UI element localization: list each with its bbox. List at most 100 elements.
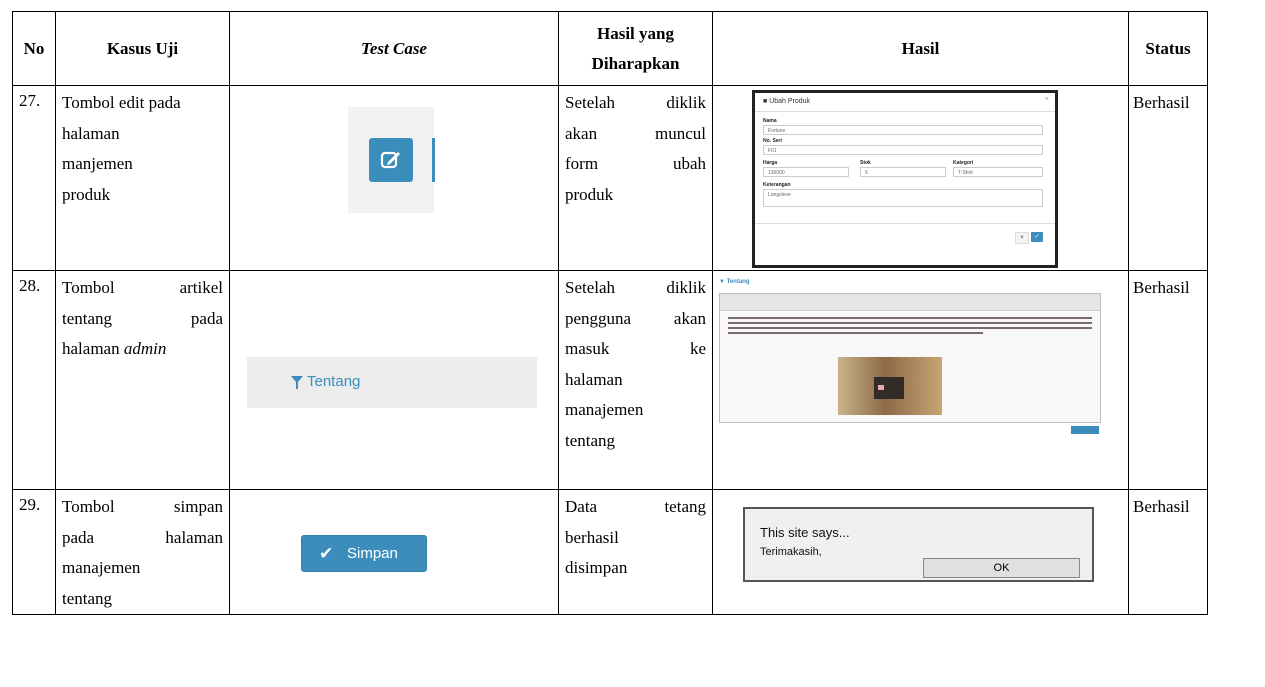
header-hasil-diharapkan-line2: Diharapkan	[591, 53, 680, 73]
kategori-label: Kategori	[953, 160, 974, 166]
row-number: 27.	[19, 91, 41, 110]
expected-text: Setelah diklik akan muncul form ubah produk	[559, 86, 712, 210]
word: form	[565, 154, 599, 173]
word: halaman	[62, 339, 124, 358]
header-hasil-diharapkan-line1: Hasil yang	[597, 23, 674, 43]
test-case-image	[230, 86, 558, 270]
word: ubah	[672, 154, 706, 173]
close-icon[interactable]: ×	[1045, 96, 1049, 103]
status-text: Berhasil	[1133, 497, 1190, 516]
word: tentang	[62, 308, 113, 328]
keterangan-label: Keterangan	[763, 182, 791, 188]
word: pengguna	[565, 308, 632, 328]
ubah-produk-modal: ■ Ubah Produk × Nama Fortune No. Seri F0…	[752, 90, 1058, 268]
word: halaman	[565, 369, 623, 389]
header-hasil-diharapkan: Hasil yang Diharapkan	[558, 11, 713, 86]
word: Tombol	[62, 278, 115, 297]
stok-field[interactable]: 5	[860, 167, 946, 177]
header-row: No Kasus Uji Test Case Hasil yang Dihara…	[12, 11, 1208, 86]
ok-button[interactable]: OK	[923, 558, 1080, 578]
text-line	[728, 332, 983, 334]
word: simpan	[173, 497, 223, 516]
alert-dialog: This site says... Terimakasih, OK	[743, 507, 1094, 582]
tentang-menu-item[interactable]: Tentang	[247, 357, 537, 408]
text-line: pada halaman	[62, 523, 223, 554]
word: halaman	[165, 527, 223, 547]
word: disimpan	[565, 558, 628, 577]
test-results-table: No Kasus Uji Test Case Hasil yang Dihara…	[12, 11, 1208, 615]
result-image: ▼ Tentang	[713, 271, 1128, 489]
word: admin	[123, 339, 167, 358]
nama-field[interactable]: Fortune	[763, 125, 1043, 135]
word: ke	[689, 339, 706, 358]
text-line: produk	[565, 180, 706, 211]
filter-icon	[291, 376, 303, 389]
row-number: 29.	[19, 495, 41, 514]
word: akan	[673, 308, 706, 328]
text-line: Tombol simpan	[62, 492, 223, 523]
word: Tombol	[62, 497, 115, 516]
word: produk	[565, 184, 614, 204]
photo-detail	[878, 385, 884, 390]
word: manajemen	[62, 558, 141, 577]
word: akan	[565, 123, 598, 143]
text-line: akan muncul	[565, 119, 706, 150]
text-line: halaman	[565, 365, 706, 396]
text-line: Data tetang	[565, 492, 706, 523]
text-line: Setelah diklik	[565, 273, 706, 304]
seri-label: No. Seri	[763, 138, 782, 144]
header-no: No	[12, 11, 56, 86]
text-line: berhasil	[565, 523, 706, 554]
text-line	[728, 327, 1092, 329]
word: tetang	[664, 497, 706, 516]
test-case-image: Tentang	[230, 271, 558, 489]
stok-label: Stok	[860, 160, 871, 166]
word: diklik	[666, 93, 706, 112]
text-line	[728, 322, 1092, 324]
word: artikel	[179, 278, 223, 297]
cancel-button[interactable]: ×	[1015, 232, 1029, 244]
harga-field[interactable]: 130000	[763, 167, 849, 177]
divider	[755, 223, 1055, 224]
word: manajemen	[565, 400, 644, 419]
header-kasus-uji: Kasus Uji	[55, 11, 230, 86]
modal-title: ■ Ubah Produk	[763, 98, 811, 105]
kategori-select[interactable]: T-Shirt	[953, 167, 1043, 177]
text-line: produk	[62, 184, 111, 204]
word: pada	[62, 527, 95, 547]
result-image: ■ Ubah Produk × Nama Fortune No. Seri F0…	[713, 86, 1128, 270]
text-line: Tombol artikel	[62, 273, 223, 304]
word: diklik	[666, 278, 706, 297]
text-line: pengguna akan	[565, 304, 706, 335]
simpan-button[interactable]: ✔ Simpan	[301, 535, 427, 572]
test-case-image: ✔ Simpan	[230, 490, 558, 614]
editor-toolbar[interactable]	[720, 294, 1100, 311]
text-line: halaman	[62, 123, 120, 143]
nama-label: Nama	[763, 118, 777, 124]
word: tentang	[565, 430, 616, 450]
text-line: manajemen	[565, 395, 706, 426]
text-line: form ubah	[565, 149, 706, 180]
seri-field[interactable]: F01	[763, 145, 1043, 155]
result-image: This site says... Terimakasih, OK	[713, 490, 1128, 614]
text-line	[728, 317, 1092, 319]
word: tentang	[62, 588, 113, 608]
simpan-button[interactable]	[1071, 426, 1099, 434]
table-row: 29. Tombol simpan pada halaman manajemen t…	[12, 489, 1208, 615]
edit-button[interactable]	[369, 138, 413, 182]
expected-text: Data tetang berhasil disimpan	[559, 490, 712, 584]
word: Setelah	[565, 278, 616, 297]
dialog-title: This site says...	[760, 525, 850, 540]
expected-text: Setelah diklik pengguna akan masuk ke halam…	[559, 271, 712, 456]
text-line: masuk ke	[565, 334, 706, 365]
kasus-uji-text: Tombol edit pada halaman manjemen produk	[56, 86, 229, 210]
keterangan-field[interactable]: Longsleve	[763, 189, 1043, 207]
editor-content	[728, 314, 1092, 339]
save-button[interactable]: ✓	[1031, 232, 1043, 242]
word: pada	[190, 308, 223, 328]
row-number: 28.	[19, 276, 41, 295]
dialog-message: Terimakasih,	[760, 546, 822, 558]
rich-text-editor[interactable]	[719, 293, 1101, 423]
text-line: disimpan	[565, 553, 706, 584]
word: berhasil	[565, 527, 619, 547]
